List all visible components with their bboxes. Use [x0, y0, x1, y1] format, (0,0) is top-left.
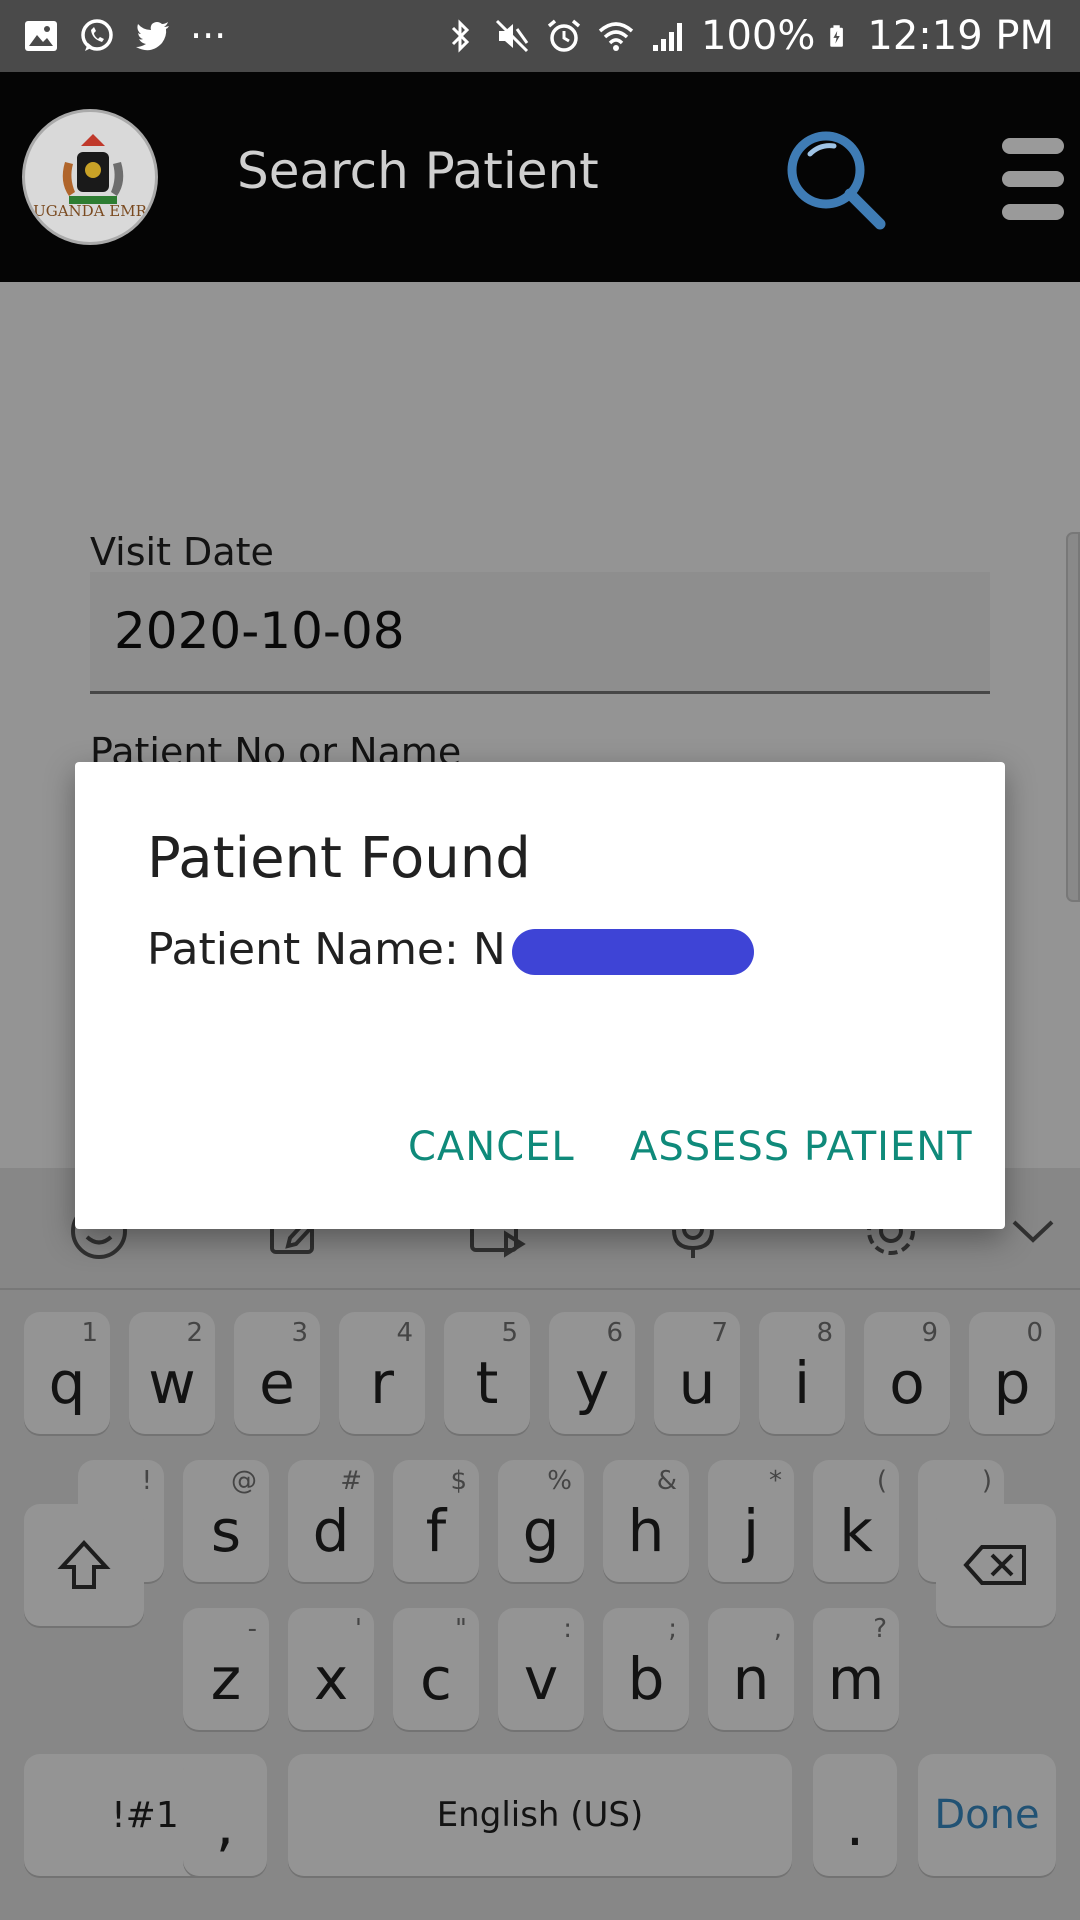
gallery-icon — [25, 21, 57, 51]
status-bar-right: 100% 12:19 PM — [441, 12, 1054, 60]
patient-found-dialog: Patient Found Patient Name: N CANCEL ASS… — [75, 762, 1005, 1229]
cancel-button[interactable]: CANCEL — [408, 1124, 575, 1170]
coat-of-arms-icon — [62, 134, 124, 204]
battery-charging-icon — [830, 25, 844, 47]
patient-name-initial: N — [472, 924, 506, 975]
battery-percent: 100% — [701, 13, 816, 59]
mute-icon — [495, 19, 529, 53]
status-bar-left: ··· — [22, 12, 226, 60]
menu-icon[interactable] — [1002, 138, 1064, 220]
assess-patient-button[interactable]: ASSESS PATIENT — [630, 1124, 973, 1170]
page-title: Search Patient — [237, 142, 599, 200]
dialog-message: Patient Name: N — [147, 924, 754, 975]
uganda-emr-logo: UGANDA EMR — [22, 109, 158, 245]
wifi-icon — [598, 22, 634, 51]
status-bar: ··· 100% 12:19 PM — [0, 0, 1080, 72]
dialog-title: Patient Found — [147, 826, 531, 891]
alarm-icon — [547, 19, 581, 52]
bluetooth-icon — [451, 19, 470, 53]
signal-icon — [653, 23, 683, 51]
clock: 12:19 PM — [867, 13, 1054, 59]
redacted-patient-name — [511, 929, 754, 975]
patient-name-label: Patient Name: — [147, 924, 473, 975]
twitter-icon — [136, 22, 169, 51]
logo-text: UGANDA EMR — [33, 202, 147, 220]
whatsapp-icon — [81, 19, 113, 51]
search-icon[interactable] — [780, 124, 890, 234]
status-overflow: ··· — [190, 14, 227, 58]
app-bar: UGANDA EMR Search Patient — [0, 72, 1080, 282]
